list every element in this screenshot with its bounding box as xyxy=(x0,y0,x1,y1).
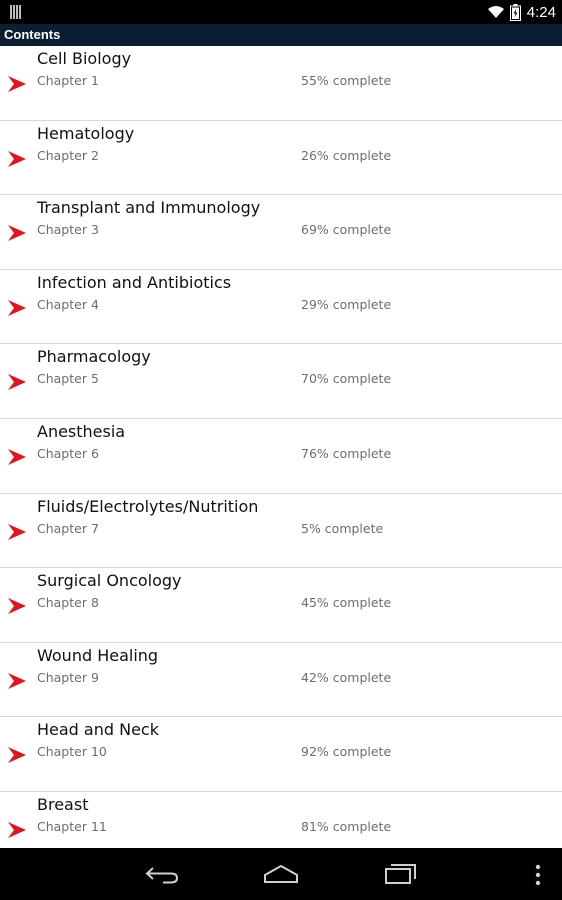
chapter-progress: 29% complete xyxy=(301,296,392,312)
chapter-title: Surgical Oncology xyxy=(37,571,182,591)
chapter-title: Transplant and Immunology xyxy=(37,198,261,218)
chapter-item-9[interactable]: Wound Healing Chapter 9 42% complete xyxy=(0,642,562,718)
chapter-title: Head and Neck xyxy=(37,720,159,740)
page-title: Contents xyxy=(0,24,562,46)
chapter-number: Chapter 9 xyxy=(37,669,99,685)
chapter-progress: 81% complete xyxy=(301,818,392,834)
chapter-item-3[interactable]: Transplant and Immunology Chapter 3 69% … xyxy=(0,195,562,270)
chapter-item-5[interactable]: Pharmacology Chapter 5 70% complete xyxy=(0,344,562,419)
chapter-number: Chapter 6 xyxy=(37,445,99,461)
chapter-title: Cell Biology xyxy=(37,49,132,68)
chapter-title: Fluids/Electrolytes/Nutrition xyxy=(37,496,259,516)
recent-apps-icon[interactable] xyxy=(384,861,418,885)
chapter-progress: 70% complete xyxy=(301,371,392,387)
chapter-number: Chapter 7 xyxy=(37,520,99,536)
chapter-item-6[interactable]: Anesthesia Chapter 6 76% complete xyxy=(0,418,562,494)
chapter-title: Infection and Antibiotics xyxy=(37,272,232,292)
arrow-right-icon xyxy=(8,374,26,391)
chapter-item-8[interactable]: Surgical Oncology Chapter 8 45% complete xyxy=(0,568,562,643)
arrow-right-icon xyxy=(8,821,26,838)
arrow-right-icon xyxy=(8,672,26,689)
chapter-progress: 76% complete xyxy=(301,445,392,461)
status-icons: 4:24 xyxy=(487,0,556,24)
chapter-list: Cell Biology Chapter 1 55% complete Hema… xyxy=(0,46,562,848)
chapter-item-4[interactable]: Infection and Antibiotics Chapter 4 29% … xyxy=(0,269,562,345)
chapter-number: Chapter 10 xyxy=(37,744,107,760)
chapter-progress: 42% complete xyxy=(301,669,392,685)
status-bar: 4:24 xyxy=(0,0,562,24)
clock: 4:24 xyxy=(526,3,556,21)
navigation-bar xyxy=(0,848,562,900)
chapter-number: Chapter 11 xyxy=(37,818,107,834)
arrow-right-icon xyxy=(8,448,26,465)
home-icon[interactable] xyxy=(263,864,299,884)
chapter-number: Chapter 3 xyxy=(37,222,99,238)
chapter-title: Hematology xyxy=(37,123,135,143)
chapter-progress: 45% complete xyxy=(301,595,392,611)
wifi-icon xyxy=(487,6,504,18)
chapter-item-7[interactable]: Fluids/Electrolytes/Nutrition Chapter 7 … xyxy=(0,493,562,569)
battery-icon xyxy=(509,3,521,21)
chapter-progress: 5% complete xyxy=(301,520,384,536)
chapter-title: Anesthesia xyxy=(37,421,126,441)
overflow-menu-icon[interactable] xyxy=(535,864,541,886)
arrow-right-icon xyxy=(8,76,26,92)
chapter-item-10[interactable]: Head and Neck Chapter 10 92% complete xyxy=(0,717,562,792)
chapter-progress: 26% complete xyxy=(301,147,392,163)
back-icon[interactable] xyxy=(144,864,180,884)
arrow-right-icon xyxy=(8,747,26,764)
chapter-number: Chapter 5 xyxy=(37,371,99,387)
chapter-title: Breast xyxy=(37,794,89,814)
chapter-title: Wound Healing xyxy=(37,645,159,665)
chapter-number: Chapter 2 xyxy=(37,147,99,163)
chapter-number: Chapter 4 xyxy=(37,296,99,312)
arrow-right-icon xyxy=(8,598,26,615)
arrow-right-icon xyxy=(8,299,26,316)
chapter-progress: 55% complete xyxy=(301,73,392,88)
arrow-right-icon xyxy=(8,225,26,242)
chapter-item-2[interactable]: Hematology Chapter 2 26% complete xyxy=(0,120,562,196)
chapter-progress: 69% complete xyxy=(301,222,392,238)
chapter-number: Chapter 1 xyxy=(37,73,99,88)
chapter-progress: 92% complete xyxy=(301,744,392,760)
arrow-right-icon xyxy=(8,150,26,167)
chapter-number: Chapter 8 xyxy=(37,595,99,611)
chapter-item-1[interactable]: Cell Biology Chapter 1 55% complete xyxy=(0,46,562,121)
chapter-title: Pharmacology xyxy=(37,347,151,367)
arrow-right-icon xyxy=(8,523,26,540)
barcode-icon xyxy=(10,5,22,19)
chapter-item-11[interactable]: Breast Chapter 11 81% complete xyxy=(0,791,562,848)
